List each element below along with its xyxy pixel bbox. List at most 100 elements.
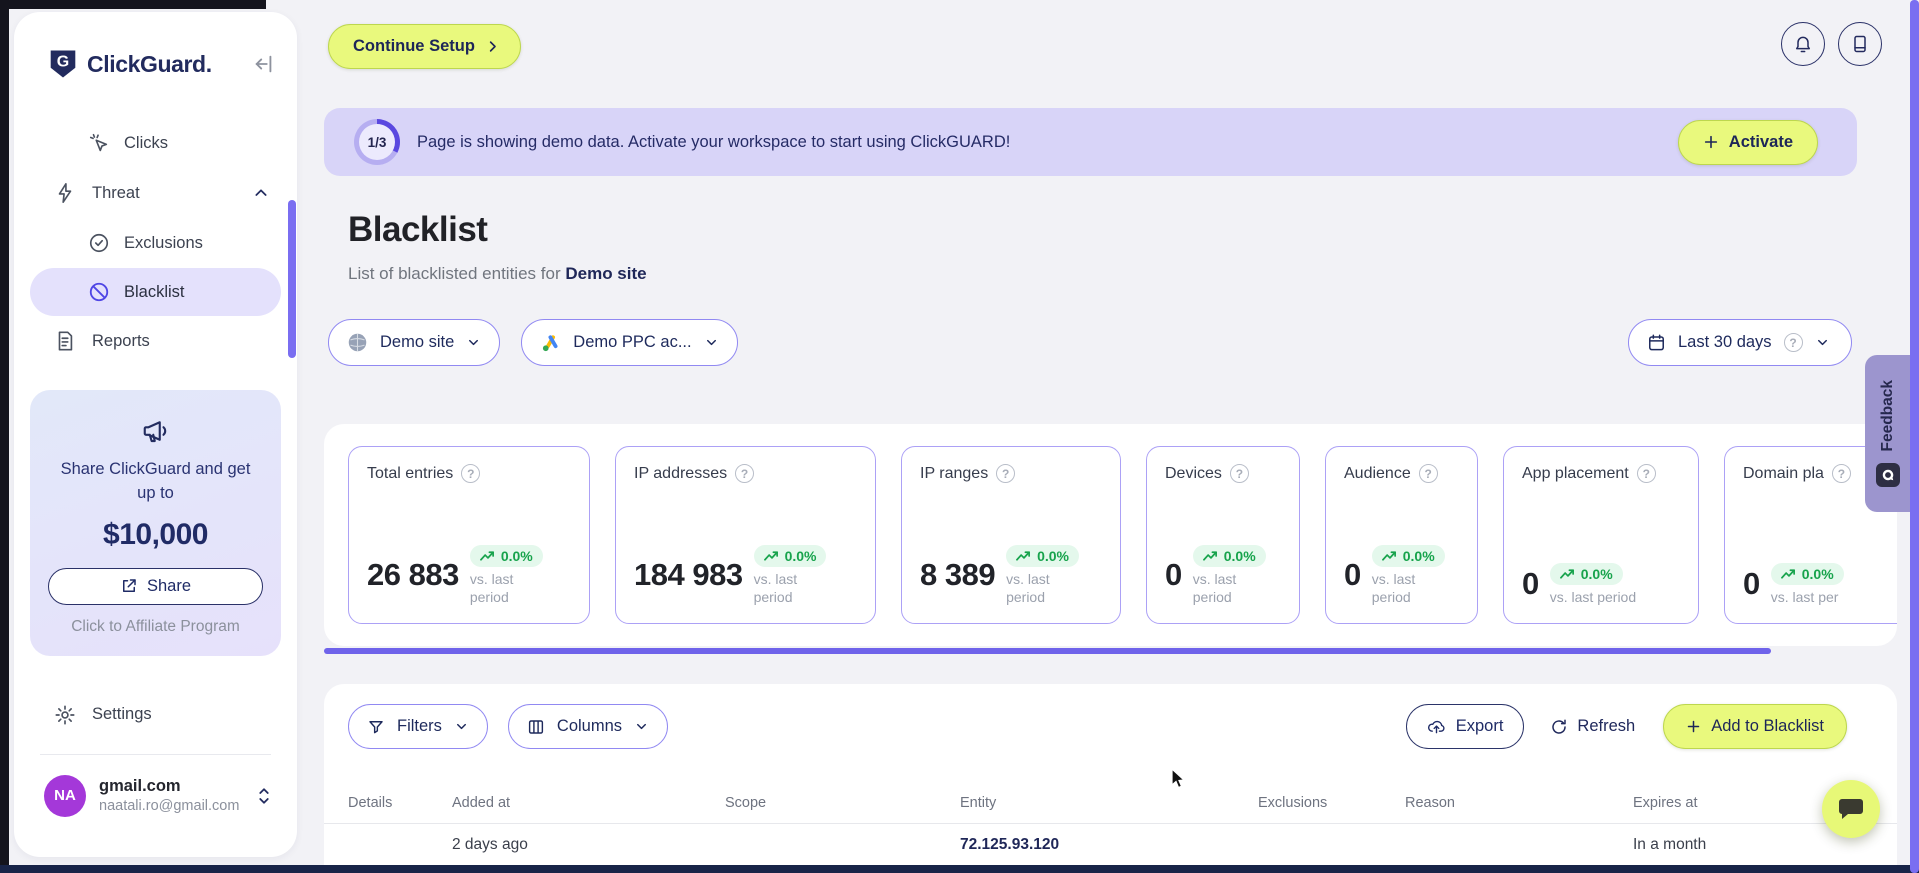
date-range-value: Last 30 days	[1678, 333, 1772, 351]
stat-label: IP ranges	[920, 464, 989, 482]
columns-button[interactable]: Columns	[507, 704, 669, 749]
collapse-sidebar-icon[interactable]	[253, 53, 275, 75]
activate-button[interactable]: Activate	[1677, 119, 1818, 165]
delta-value: 0.0%	[1801, 565, 1834, 582]
page-subtitle: List of blacklisted entities for Demo si…	[348, 264, 647, 284]
refresh-label: Refresh	[1577, 717, 1636, 735]
trend-up-icon	[1202, 551, 1217, 561]
chevron-up-icon[interactable]	[253, 185, 269, 201]
stat-label: Domain pla	[1743, 464, 1824, 482]
chevron-down-icon	[1815, 335, 1830, 350]
sidebar-item-clicks[interactable]: Clicks	[14, 118, 297, 168]
page-title: Blacklist	[348, 210, 488, 249]
account-email: naatali.ro@gmail.com	[99, 798, 240, 815]
help-icon	[735, 464, 755, 483]
chevron-down-icon	[704, 335, 719, 350]
date-range-selector[interactable]: Last 30 days	[1628, 319, 1852, 366]
trend-up-icon	[479, 551, 494, 561]
column-header-added-at[interactable]: Added at	[452, 795, 725, 811]
sidebar-item-exclusions[interactable]: Exclusions	[14, 218, 297, 268]
site-selector[interactable]: Demo site	[328, 319, 501, 366]
column-header-exclusions[interactable]: Exclusions	[1258, 795, 1405, 811]
stat-card-ip-addresses: IP addresses 184 983 0.0% vs. last perio…	[615, 446, 876, 624]
calendar-icon	[1649, 334, 1664, 351]
help-icon	[1229, 464, 1249, 483]
delta-value: 0.0%	[1402, 547, 1435, 564]
stat-card-audience: Audience 0 0.0% vs. last period	[1325, 446, 1478, 624]
stat-label: Devices	[1165, 464, 1222, 482]
add-to-blacklist-button[interactable]: Add to Blacklist	[1663, 704, 1847, 749]
bell-icon	[1796, 36, 1810, 53]
stat-card-app-placement: App placement 0 0.0% vs. last period	[1503, 446, 1699, 624]
column-header-details[interactable]: Details	[348, 795, 452, 811]
sidebar-item-reports[interactable]: Reports	[14, 316, 297, 366]
stats-horizontal-scrollbar[interactable]	[324, 648, 1771, 654]
topbar-icons	[1781, 22, 1882, 66]
filters-button[interactable]: Filters	[348, 704, 488, 749]
stat-value: 184 983	[634, 557, 743, 593]
stat-label: Total entries	[367, 464, 454, 482]
sidebar-item-label: Clicks	[124, 133, 168, 152]
activate-label: Activate	[1728, 132, 1793, 151]
sidebar-item-settings[interactable]: Settings	[14, 690, 297, 740]
share-button[interactable]: Share	[48, 567, 263, 605]
affiliate-promo-card[interactable]: Share ClickGuard and get up to $10,000 S…	[30, 390, 281, 656]
account-switcher[interactable]: NA gmail.com naatali.ro@gmail.com	[14, 755, 297, 817]
stats-panel: Total entries 26 883 0.0% vs. last perio…	[324, 424, 1897, 646]
help-icon	[1831, 464, 1851, 483]
stat-value: 26 883	[367, 557, 459, 593]
window-edge-bottom	[0, 865, 1919, 873]
promo-caption: Click to Affiliate Program	[71, 617, 240, 635]
delta-badge: 0.0%	[1192, 544, 1266, 567]
help-icon	[1783, 333, 1803, 352]
plus-icon	[1704, 135, 1717, 149]
continue-setup-button[interactable]: Continue Setup	[328, 24, 521, 69]
sidebar-scrollbar[interactable]	[288, 200, 296, 358]
page-scrollbar[interactable]	[1910, 0, 1919, 873]
ppc-account-selector[interactable]: Demo PPC ac...	[521, 319, 738, 366]
sidebar-header: G ClickGuard.	[14, 12, 297, 80]
chevron-up-down-icon	[255, 786, 273, 806]
refresh-icon	[1552, 719, 1567, 734]
ban-icon	[88, 281, 110, 303]
chat-launcher-button[interactable]	[1822, 780, 1880, 838]
docs-button[interactable]	[1838, 22, 1882, 66]
sidebar-item-threat[interactable]: Threat	[14, 168, 297, 218]
export-label: Export	[1455, 717, 1504, 735]
cloud-export-icon	[1427, 720, 1445, 734]
banner-message: Page is showing demo data. Activate your…	[417, 132, 1011, 151]
share-button-label: Share	[146, 576, 192, 595]
column-header-entity[interactable]: Entity	[960, 795, 1258, 811]
delta-value: 0.0%	[1223, 547, 1256, 564]
help-icon	[1418, 464, 1438, 483]
column-header-reason[interactable]: Reason	[1405, 795, 1633, 811]
delta-badge: 0.0%	[469, 544, 543, 567]
refresh-button[interactable]: Refresh	[1550, 717, 1635, 736]
badge-check-icon	[88, 232, 110, 254]
book-icon	[1854, 35, 1866, 53]
stat-card-ip-ranges: IP ranges 8 389 0.0% vs. last period	[901, 446, 1121, 624]
table-header-row: Details Added at Scope Entity Exclusions…	[324, 795, 1897, 811]
column-header-scope[interactable]: Scope	[725, 795, 960, 811]
sidebar-item-blacklist[interactable]: Blacklist	[30, 268, 281, 316]
trend-up-icon	[1780, 569, 1795, 579]
notifications-button[interactable]	[1781, 22, 1825, 66]
demo-data-banner: 1/3 Page is showing demo data. Activate …	[324, 108, 1857, 176]
vs-last-period: vs. last period	[1006, 570, 1050, 605]
avatar: NA	[44, 774, 86, 817]
table-row[interactable]: 2 days ago 72.125.93.120 In a month	[324, 824, 1897, 854]
sidebar-nav: Clicks Threat Exclusions Blacklist Repor…	[14, 118, 297, 366]
cell-entity: 72.125.93.120	[960, 836, 1060, 853]
vs-last-period: vs. last period	[753, 570, 798, 605]
help-icon	[461, 464, 481, 483]
feedback-tab[interactable]: Feedback	[1865, 355, 1910, 512]
trend-up-icon	[1381, 551, 1396, 561]
columns-label: Columns	[556, 717, 623, 735]
help-icon	[996, 464, 1016, 483]
chevron-down-icon	[466, 335, 481, 350]
feedback-logo-icon	[1875, 462, 1900, 487]
trend-up-icon	[763, 551, 778, 561]
stat-value: 0	[1522, 566, 1539, 602]
export-button[interactable]: Export	[1405, 704, 1525, 749]
trend-up-icon	[1016, 551, 1031, 561]
